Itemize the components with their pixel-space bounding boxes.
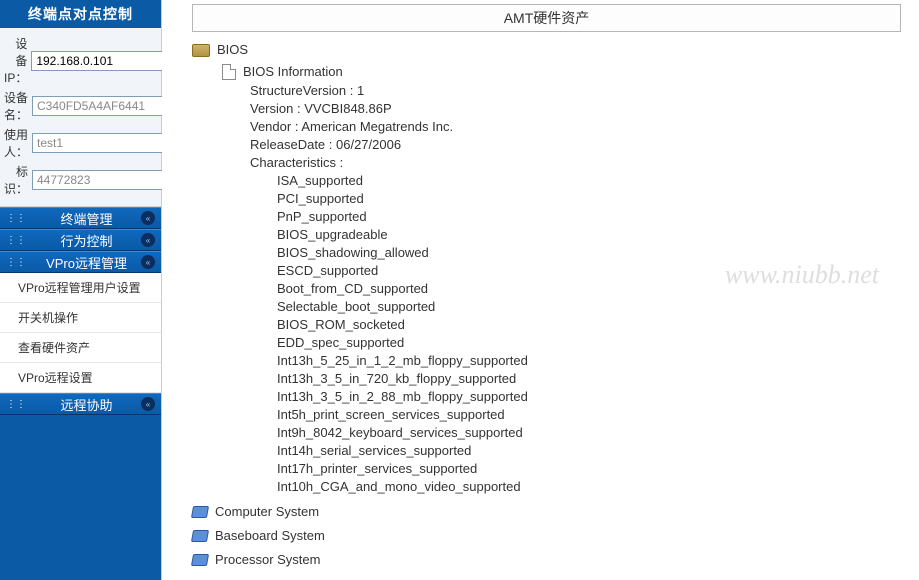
tree-node-computer-system[interactable]: Computer System bbox=[192, 502, 901, 522]
page-title: AMT硬件资产 bbox=[192, 4, 901, 32]
prop-vendor: Vendor : American Megatrends Inc. bbox=[250, 118, 901, 136]
characteristic-item: Int14h_serial_services_supported bbox=[277, 442, 901, 460]
submenu-power-ops[interactable]: 开关机操作 bbox=[0, 303, 161, 333]
prop-structure-version: StructureVersion : 1 bbox=[250, 82, 901, 100]
accordion-label: VPro远程管理 bbox=[32, 253, 141, 272]
node-label: Baseboard System bbox=[215, 527, 325, 545]
drag-handle-icon: ⋮⋮ bbox=[6, 235, 26, 246]
main-content: AMT硬件资产 BIOS BIOS Information StructureV… bbox=[162, 0, 919, 580]
collapse-icon: « bbox=[141, 233, 155, 247]
submenu-vpro-remote-settings[interactable]: VPro远程设置 bbox=[0, 363, 161, 393]
characteristic-item: BIOS_ROM_socketed bbox=[277, 316, 901, 334]
collapse-icon: « bbox=[141, 397, 155, 411]
collapse-icon: « bbox=[141, 211, 155, 225]
characteristic-item: Int5h_print_screen_services_supported bbox=[277, 406, 901, 424]
sidebar-title: 终端点对点控制 bbox=[0, 0, 161, 28]
book-icon bbox=[191, 554, 209, 566]
folder-open-icon bbox=[192, 44, 210, 57]
device-name-label: 设备名： bbox=[4, 89, 32, 123]
tree-node-bios[interactable]: BIOS bbox=[192, 40, 901, 60]
submenu-vpro-user-settings[interactable]: VPro远程管理用户设置 bbox=[0, 273, 161, 303]
drag-handle-icon: ⋮⋮ bbox=[6, 399, 26, 410]
characteristic-item: PCI_supported bbox=[277, 190, 901, 208]
sidebar: 终端点对点控制 设备IP： ▼ 设备名： 使用人： bbox=[0, 0, 162, 580]
device-user-label: 使用人： bbox=[4, 126, 32, 160]
accordion-remote-assist[interactable]: ⋮⋮ 远程协助 « bbox=[0, 393, 161, 415]
accordion-vpro-remote[interactable]: ⋮⋮ VPro远程管理 « bbox=[0, 251, 161, 273]
tree-node-processor-system[interactable]: Processor System bbox=[192, 550, 901, 570]
characteristic-item: BIOS_shadowing_allowed bbox=[277, 244, 901, 262]
characteristic-item: BIOS_upgradeable bbox=[277, 226, 901, 244]
node-label: Processor System bbox=[215, 551, 320, 569]
characteristic-item: Int9h_8042_keyboard_services_supported bbox=[277, 424, 901, 442]
characteristic-item: Selectable_boot_supported bbox=[277, 298, 901, 316]
device-tag-label: 标识： bbox=[4, 163, 32, 197]
accordion-behavior-control[interactable]: ⋮⋮ 行为控制 « bbox=[0, 229, 161, 251]
device-ip-label: 设备IP： bbox=[4, 35, 31, 86]
prop-version: Version : VVCBI848.86P bbox=[250, 100, 901, 118]
vpro-submenu: VPro远程管理用户设置 开关机操作 查看硬件资产 VPro远程设置 bbox=[0, 273, 161, 393]
accordion-terminal-mgmt[interactable]: ⋮⋮ 终端管理 « bbox=[0, 207, 161, 229]
document-icon bbox=[222, 64, 236, 80]
accordion-label: 终端管理 bbox=[32, 209, 141, 228]
characteristic-item: PnP_supported bbox=[277, 208, 901, 226]
book-icon bbox=[191, 506, 209, 518]
accordion-label: 行为控制 bbox=[32, 231, 141, 250]
node-label: BIOS Information bbox=[243, 63, 343, 81]
submenu-hardware-assets[interactable]: 查看硬件资产 bbox=[0, 333, 161, 363]
sidebar-filler bbox=[0, 415, 161, 580]
characteristic-item: Int17h_printer_services_supported bbox=[277, 460, 901, 478]
characteristic-item: ESCD_supported bbox=[277, 262, 901, 280]
characteristic-item: Int10h_CGA_and_mono_video_supported bbox=[277, 478, 901, 496]
characteristic-item: Boot_from_CD_supported bbox=[277, 280, 901, 298]
characteristic-item: Int13h_3_5_in_2_88_mb_floppy_supported bbox=[277, 388, 901, 406]
drag-handle-icon: ⋮⋮ bbox=[6, 213, 26, 224]
characteristic-item: ISA_supported bbox=[277, 172, 901, 190]
drag-handle-icon: ⋮⋮ bbox=[6, 257, 26, 268]
accordion-label: 远程协助 bbox=[32, 395, 141, 414]
node-label: Computer System bbox=[215, 503, 319, 521]
characteristic-item: Int13h_3_5_in_720_kb_floppy_supported bbox=[277, 370, 901, 388]
prop-characteristics: Characteristics : bbox=[250, 154, 901, 172]
prop-release-date: ReleaseDate : 06/27/2006 bbox=[250, 136, 901, 154]
device-form: 设备IP： ▼ 设备名： 使用人： 标识： bbox=[0, 28, 161, 207]
tree-node-bios-info[interactable]: BIOS Information bbox=[222, 62, 901, 82]
node-label: BIOS bbox=[217, 41, 248, 59]
tree-node-baseboard-system[interactable]: Baseboard System bbox=[192, 526, 901, 546]
characteristic-item: Int13h_5_25_in_1_2_mb_floppy_supported bbox=[277, 352, 901, 370]
book-icon bbox=[191, 530, 209, 542]
characteristic-item: EDD_spec_supported bbox=[277, 334, 901, 352]
collapse-icon: « bbox=[141, 255, 155, 269]
